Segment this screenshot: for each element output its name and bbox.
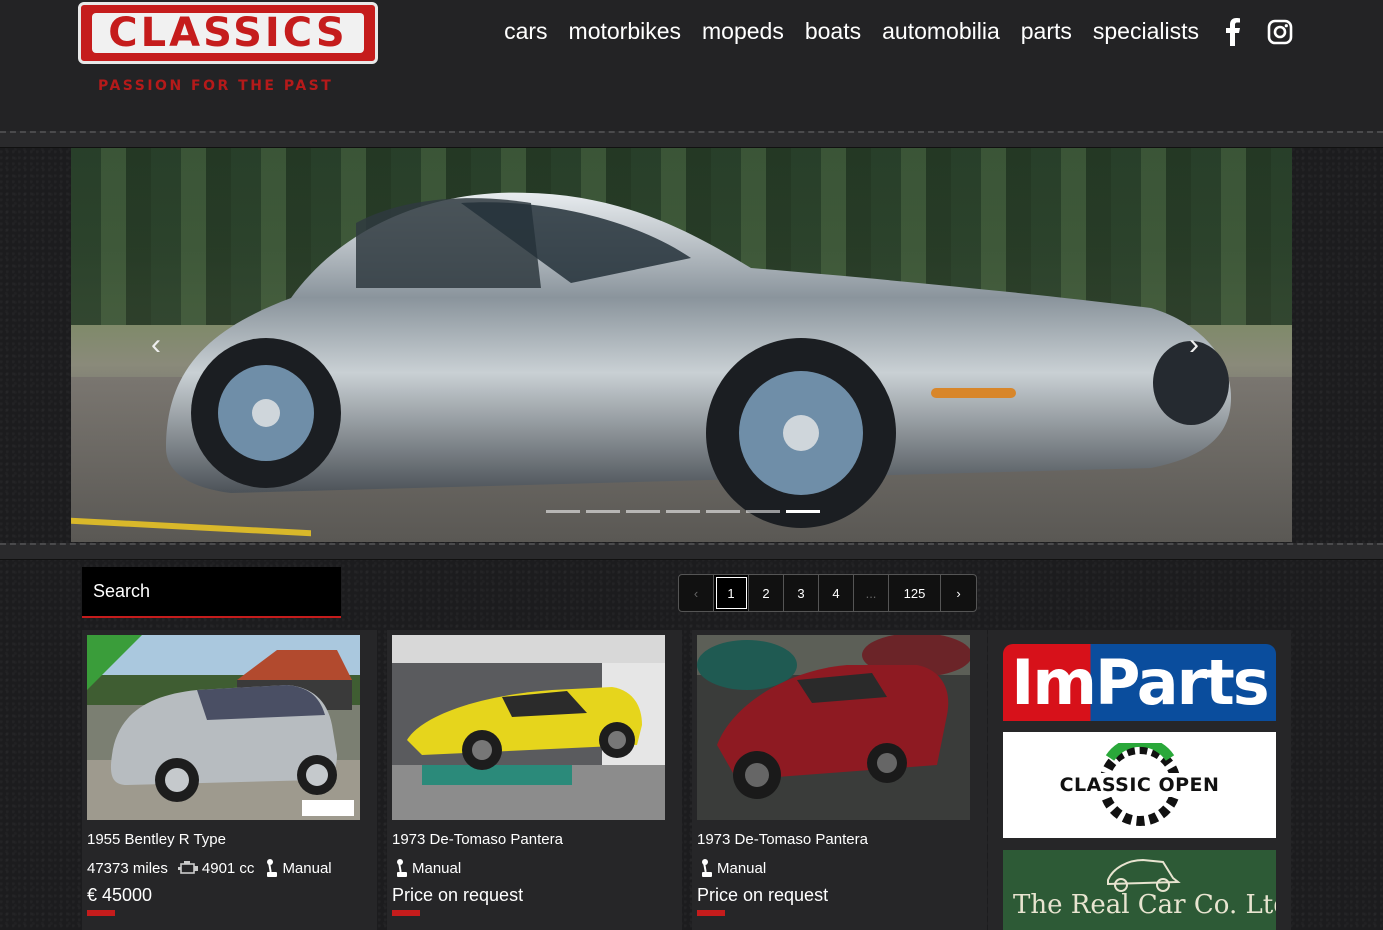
slider-next-arrow[interactable]: › (1189, 328, 1199, 362)
listing-photo[interactable] (87, 635, 360, 820)
header-divider (0, 131, 1383, 148)
pagination-page-last[interactable]: 125 (889, 575, 941, 611)
search-input[interactable] (82, 567, 341, 616)
nav-item-cars[interactable]: cars (504, 18, 547, 45)
gearshift-icon (701, 859, 713, 877)
listing-card[interactable]: 1973 De-Tomaso Pantera Manual Price on r… (387, 630, 682, 930)
gearshift-icon (266, 859, 278, 877)
sponsor-sidebar: ImParts CLASSIC OPEN The Real Car Co. Lt… (988, 630, 1291, 930)
slide-car-image (166, 192, 1231, 528)
listing-specs: Manual (392, 859, 461, 877)
listing-photo[interactable] (392, 635, 665, 820)
listing-gearbox: Manual (717, 859, 767, 877)
listing-specs: Manual (697, 859, 766, 877)
pagination-page-4[interactable]: 4 (819, 575, 854, 611)
listing-card[interactable]: 1955 Bentley R Type 47373 miles 4901 cc … (82, 630, 377, 930)
listing-accent-bar (697, 910, 725, 916)
listing-engine-cc: 4901 cc (201, 859, 255, 877)
main-nav: cars motorbikes mopeds boats automobilia… (504, 17, 1293, 46)
nav-item-specialists[interactable]: specialists (1093, 18, 1199, 45)
pagination-ellipsis: ... (854, 575, 889, 611)
listing-title[interactable]: 1973 De-Tomaso Pantera (392, 831, 563, 848)
listing-price: Price on request (392, 885, 524, 905)
listing-gearbox: Manual (412, 859, 462, 877)
slider-indicators (546, 510, 820, 513)
instagram-icon[interactable] (1267, 19, 1293, 45)
pagination: ‹ 1 2 3 4 ... 125 › (678, 574, 977, 612)
logo-tagline: PASSION FOR THE PAST (98, 78, 334, 94)
slider-dot[interactable] (586, 510, 620, 513)
listing-mileage: 47373 miles (87, 859, 168, 877)
slider-divider (0, 543, 1383, 560)
listing-price: Price on request (697, 885, 829, 905)
gearshift-icon (396, 859, 408, 877)
engine-icon (177, 861, 198, 875)
logo-text: CLASSICS (92, 10, 364, 56)
slider-dot-active[interactable] (786, 510, 820, 513)
slider-prev-arrow[interactable]: ‹ (151, 328, 161, 362)
listing-title[interactable]: 1955 Bentley R Type (87, 831, 226, 848)
nav-item-boats[interactable]: boats (805, 18, 861, 45)
site-header: CLASSICS PASSION FOR THE PAST cars motor… (0, 0, 1383, 140)
pagination-prev[interactable]: ‹ (679, 575, 714, 611)
nav-item-automobilia[interactable]: automobilia (882, 18, 1000, 45)
listing-gearbox: Manual (282, 859, 332, 877)
pagination-page-3[interactable]: 3 (784, 575, 819, 611)
listing-accent-bar (392, 910, 420, 916)
classics-logo[interactable]: CLASSICS (78, 2, 378, 64)
ad-imparts-text: ImParts (1011, 646, 1269, 719)
pagination-page-1[interactable]: 1 (714, 575, 749, 611)
listing-accent-bar (87, 910, 115, 916)
nav-item-motorbikes[interactable]: motorbikes (569, 18, 681, 45)
ad-classic-open[interactable]: CLASSIC OPEN (1003, 732, 1276, 838)
ad-classic-open-text: CLASSIC OPEN (1059, 774, 1220, 796)
listing-photo[interactable] (697, 635, 970, 820)
slider-dot[interactable] (546, 510, 580, 513)
search-box (82, 567, 341, 618)
listing-specs: 47373 miles 4901 cc Manual (87, 859, 332, 877)
ad-imparts[interactable]: ImParts (1003, 644, 1276, 721)
hero-slider[interactable]: ‹ › (71, 148, 1292, 542)
nav-item-mopeds[interactable]: mopeds (702, 18, 784, 45)
slider-dot[interactable] (666, 510, 700, 513)
nav-item-parts[interactable]: parts (1021, 18, 1072, 45)
listing-card[interactable]: 1973 De-Tomaso Pantera Manual Price on r… (692, 630, 987, 930)
ad-real-car-co[interactable]: The Real Car Co. Ltd (1003, 850, 1276, 930)
slider-dot[interactable] (706, 510, 740, 513)
slider-dot[interactable] (746, 510, 780, 513)
pagination-next[interactable]: › (941, 575, 976, 611)
listing-title[interactable]: 1973 De-Tomaso Pantera (697, 831, 868, 848)
facebook-icon[interactable] (1220, 17, 1246, 46)
pagination-page-2[interactable]: 2 (749, 575, 784, 611)
slider-dot[interactable] (626, 510, 660, 513)
listing-price: € 45000 (87, 885, 153, 905)
ad-real-car-co-text: The Real Car Co. Ltd (1013, 890, 1276, 920)
